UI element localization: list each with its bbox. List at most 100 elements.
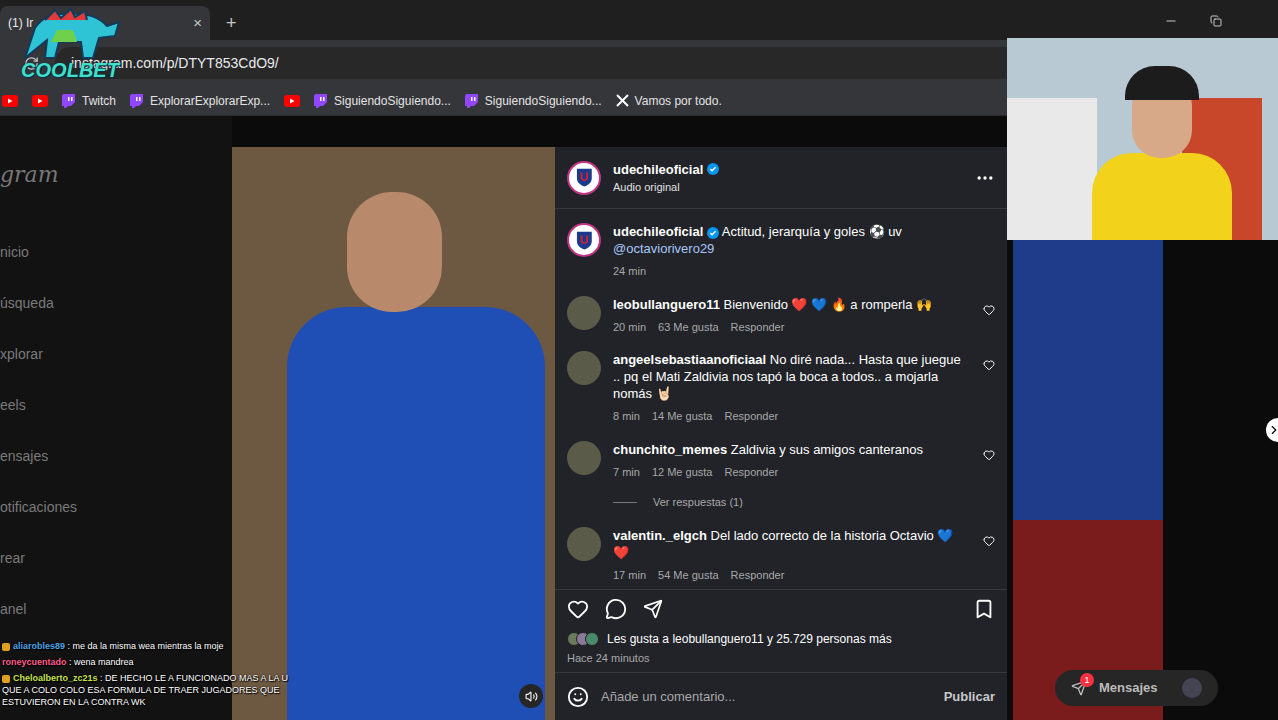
comment: angeelsebastiaanoficiaal No diré nada...… bbox=[567, 351, 995, 425]
bookmark[interactable] bbox=[2, 95, 18, 107]
like-icon[interactable] bbox=[567, 598, 589, 620]
club-crest-icon bbox=[575, 167, 594, 187]
twitch-icon bbox=[130, 94, 144, 108]
likes-count[interactable]: Les gusta a leobullanguero11 y 25.729 pe… bbox=[607, 630, 892, 648]
more-icon[interactable] bbox=[975, 168, 995, 188]
bookmark[interactable] bbox=[284, 95, 300, 107]
next-post-button[interactable] bbox=[1266, 418, 1278, 442]
chat-badge-icon bbox=[2, 675, 10, 683]
comment: leobullanguero11 Bienvenido ❤️ 💙 🔥 a rom… bbox=[567, 296, 995, 336]
coolbet-logo: COOLBET bbox=[8, 8, 132, 80]
save-icon[interactable] bbox=[973, 598, 995, 620]
comment-likes[interactable]: 14 Me gusta bbox=[652, 408, 713, 425]
comment-avatar[interactable] bbox=[567, 351, 601, 385]
club-crest-icon bbox=[575, 230, 594, 250]
youtube-icon bbox=[32, 95, 48, 107]
post-header: udechileoficialAudio original bbox=[555, 147, 1007, 209]
twitch-icon bbox=[314, 94, 328, 108]
youtube-icon bbox=[2, 95, 18, 107]
x-logo-icon bbox=[616, 94, 629, 107]
twitch-icon bbox=[62, 94, 76, 108]
chat-message: Cheloalberto_zc21s : DE HECHO LE A FUNCI… bbox=[2, 672, 304, 708]
comment-heart-icon[interactable] bbox=[983, 535, 995, 547]
reply-button[interactable]: Responder bbox=[731, 319, 785, 336]
bookmark[interactable]: Twitch bbox=[62, 92, 116, 110]
sidebar-item[interactable]: úsqueda bbox=[0, 294, 232, 312]
audio-label[interactable]: Audio original bbox=[613, 179, 963, 196]
comment-user[interactable]: angeelsebastiaanoficiaal bbox=[613, 352, 766, 367]
comment-heart-icon[interactable] bbox=[983, 304, 995, 316]
liker-avatars bbox=[567, 632, 599, 646]
comment-avatar[interactable] bbox=[567, 441, 601, 475]
post-photo[interactable] bbox=[232, 147, 555, 720]
comment-user[interactable]: valentin._elgch bbox=[613, 528, 707, 543]
comment-user[interactable]: chunchito_memes bbox=[613, 442, 727, 457]
verified-icon bbox=[707, 227, 719, 239]
mention[interactable]: @octaviorivero29 bbox=[613, 240, 902, 257]
sidebar-item[interactable]: ensajes bbox=[0, 447, 232, 465]
webcam bbox=[1007, 38, 1278, 240]
chat-message: roneycuentado : wena mandrea bbox=[2, 656, 304, 668]
comment-input-row: Añade un comentario... Publicar bbox=[555, 672, 1007, 720]
view-replies[interactable]: Ver respuestas (1) bbox=[613, 494, 995, 511]
bookmark[interactable]: Vamos por todo. bbox=[616, 92, 722, 110]
youtube-icon bbox=[284, 95, 300, 107]
speaker-icon bbox=[525, 690, 538, 703]
twitch-icon bbox=[465, 94, 479, 108]
chat-badge-icon bbox=[2, 643, 10, 651]
comment-user[interactable]: leobullanguero11 bbox=[613, 297, 720, 312]
bookmark[interactable]: ExplorarExplorarExp... bbox=[130, 92, 270, 110]
sidebar-item[interactable]: eels bbox=[0, 396, 232, 414]
comment-avatar[interactable] bbox=[567, 527, 601, 561]
stream-chat: aliarobles89 : me da la misma wea mientr… bbox=[2, 640, 304, 708]
reply-button[interactable]: Responder bbox=[724, 464, 778, 481]
comment-likes[interactable]: 63 Me gusta bbox=[658, 319, 719, 336]
chat-user[interactable]: aliarobles89 bbox=[13, 641, 65, 651]
new-tab-button[interactable]: + bbox=[226, 14, 237, 32]
comment-likes[interactable]: 54 Me gusta bbox=[658, 567, 719, 584]
instagram-logo[interactable]: gram bbox=[0, 158, 232, 191]
chat-user[interactable]: Cheloalberto_zc21s bbox=[13, 673, 98, 683]
sidebar-item[interactable]: rear bbox=[0, 549, 232, 567]
tab-close[interactable]: × bbox=[193, 12, 202, 35]
messages-badge: 1 bbox=[1080, 673, 1094, 687]
comment-heart-icon[interactable] bbox=[983, 449, 995, 461]
comment-avatar[interactable] bbox=[567, 296, 601, 330]
restore-icon[interactable] bbox=[1210, 15, 1222, 27]
chat-message: aliarobles89 : me da la misma wea mientr… bbox=[2, 640, 304, 652]
chat-user[interactable]: roneycuentado bbox=[2, 657, 67, 667]
publish-button[interactable]: Publicar bbox=[944, 687, 995, 707]
post-panel: udechileoficialAudio originaludechileofi… bbox=[555, 147, 1007, 720]
bookmark[interactable]: SiguiendoSiguiendo... bbox=[314, 92, 451, 110]
sidebar: gram nicio úsqueda xplorar eels ensajes otific… bbox=[0, 116, 232, 720]
post-time: Hace 24 minutos bbox=[567, 650, 995, 667]
avatar[interactable] bbox=[567, 161, 601, 195]
caption-author[interactable]: udechileoficial bbox=[613, 224, 703, 239]
sidebar-item[interactable]: xplorar bbox=[0, 345, 232, 363]
dinosaur-icon bbox=[15, 8, 125, 60]
mute-button[interactable] bbox=[519, 684, 543, 708]
sidebar-item[interactable]: otificaciones bbox=[0, 498, 232, 516]
emoji-icon[interactable] bbox=[567, 686, 589, 708]
tab-strip: (1) Ir×+ bbox=[0, 0, 1278, 40]
caption: udechileoficial Actitud, jerarquía y gol… bbox=[567, 223, 995, 280]
comment-likes[interactable]: 12 Me gusta bbox=[652, 464, 713, 481]
author-name[interactable]: udechileoficial bbox=[613, 160, 703, 180]
messages-button[interactable]: 1Mensajes bbox=[1055, 670, 1218, 706]
bookmark[interactable] bbox=[32, 95, 48, 107]
reply-button[interactable]: Responder bbox=[731, 567, 785, 584]
screen: (1) Ir×+instagram.com/p/DTYT853CdO9/Twit… bbox=[0, 0, 1278, 720]
comment-icon[interactable] bbox=[605, 598, 627, 620]
comment-input[interactable]: Añade un comentario... bbox=[601, 687, 932, 707]
reply-button[interactable]: Responder bbox=[724, 408, 778, 425]
avatar[interactable] bbox=[567, 223, 601, 257]
share-icon[interactable] bbox=[643, 599, 663, 619]
comment-heart-icon[interactable] bbox=[983, 359, 995, 371]
actions-bar: Les gusta a leobullanguero11 y 25.729 pe… bbox=[555, 589, 1007, 673]
comments-area: udechileoficial Actitud, jerarquía y gol… bbox=[555, 209, 1007, 589]
minimize-icon[interactable] bbox=[1164, 14, 1178, 28]
comment: valentin._elgch Del lado correcto de la … bbox=[567, 527, 995, 584]
sidebar-item[interactable]: anel bbox=[0, 600, 232, 618]
bookmark[interactable]: SiguiendoSiguiendo... bbox=[465, 92, 602, 110]
sidebar-item[interactable]: nicio bbox=[0, 243, 232, 261]
